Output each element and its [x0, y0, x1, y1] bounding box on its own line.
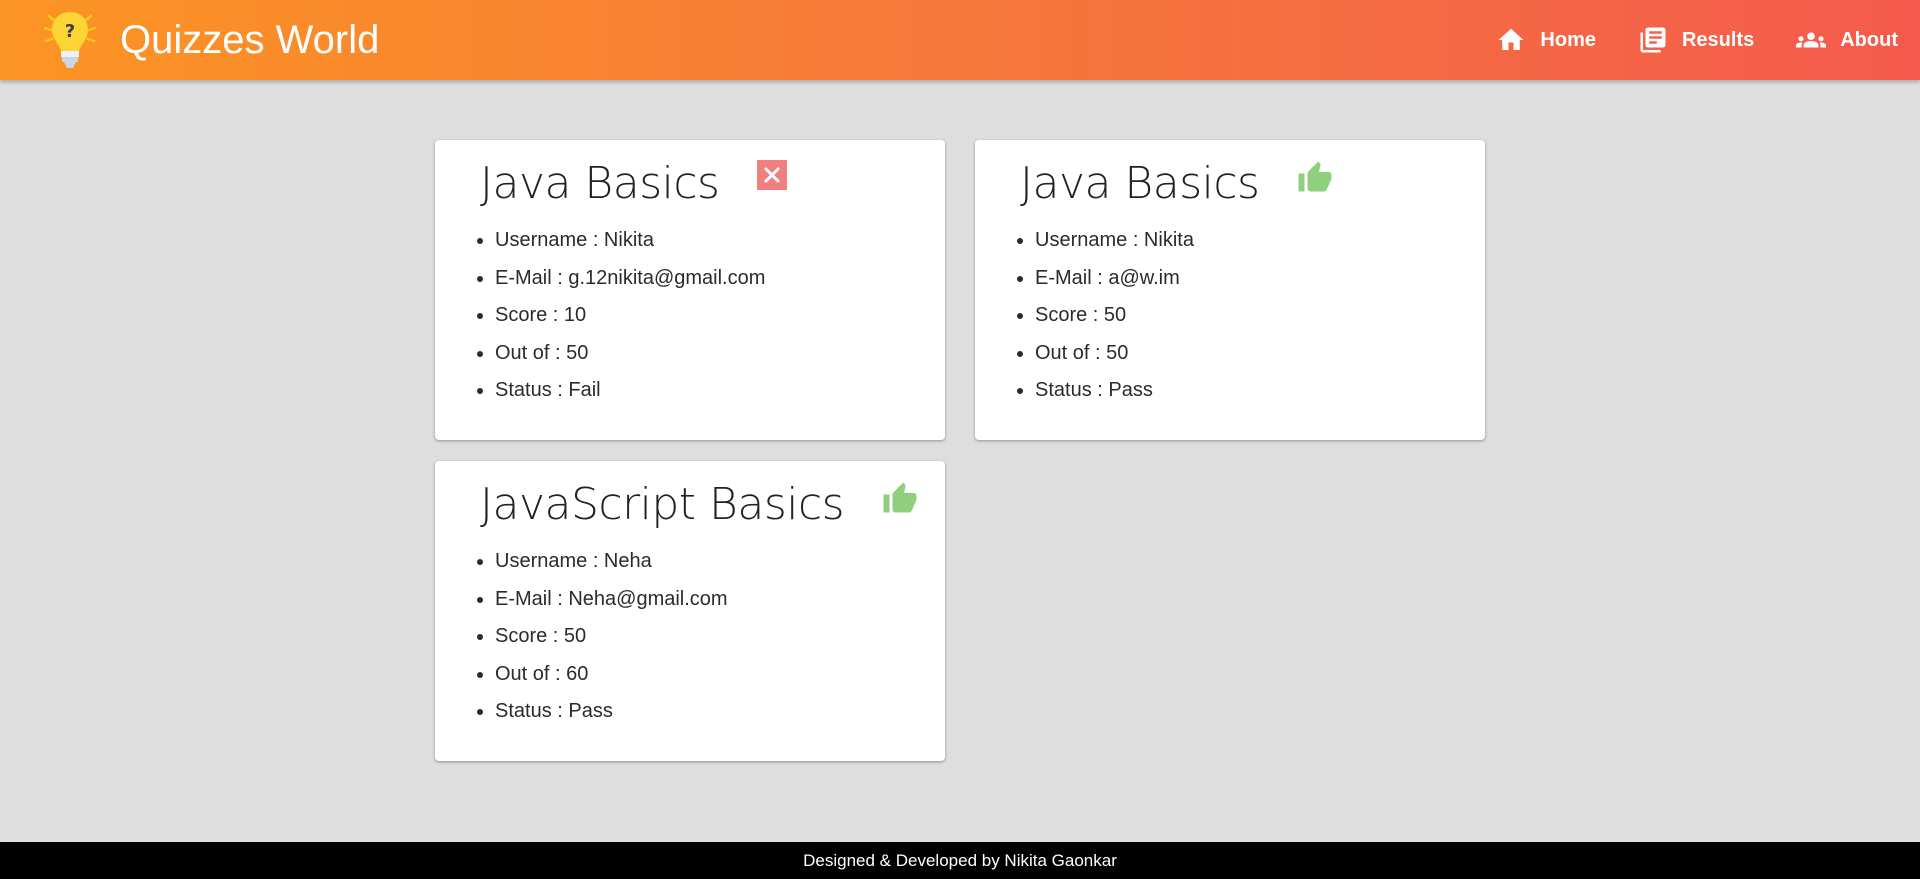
nav-home-label: Home	[1540, 28, 1596, 51]
card-header: Java Basics	[480, 158, 793, 209]
nav-results-label: Results	[1681, 28, 1755, 51]
detail-out-of: Out of : 50	[495, 335, 765, 373]
quiz-title: JavaScript Basics	[480, 479, 845, 530]
result-card: Java Basics Username : Nikita E-Mail : g…	[435, 140, 945, 440]
detail-status: Status : Fail	[495, 372, 765, 410]
newspaper-icon	[1640, 27, 1666, 53]
detail-status: Status : Pass	[1035, 372, 1194, 410]
detail-score: Score : 50	[1035, 297, 1194, 335]
footer-credit: Designed & Developed by Nikita Gaonkar	[803, 851, 1117, 870]
detail-score: Score : 50	[495, 618, 728, 656]
result-details: Username : Nikita E-Mail : g.12nikita@gm…	[495, 222, 765, 410]
result-details: Username : Neha E-Mail : Neha@gmail.com …	[495, 543, 728, 731]
footer: Designed & Developed by Nikita Gaonkar	[0, 842, 1920, 879]
result-card: Java Basics Username : Nikita E-Mail : a…	[975, 140, 1485, 440]
thumbs-up-icon	[883, 482, 917, 512]
detail-score: Score : 10	[495, 297, 765, 335]
detail-out-of: Out of : 60	[495, 656, 728, 694]
lightbulb-question-icon: ?	[43, 12, 97, 68]
nav-about[interactable]: About	[1796, 25, 1898, 55]
detail-email: E-Mail : g.12nikita@gmail.com	[495, 260, 765, 298]
close-icon	[757, 159, 793, 196]
nav-home[interactable]: Home	[1496, 25, 1596, 55]
nav-about-label: About	[1840, 28, 1898, 51]
result-details: Username : Nikita E-Mail : a@w.im Score …	[1035, 222, 1194, 410]
detail-status: Status : Pass	[495, 693, 728, 731]
detail-email: E-Mail : Neha@gmail.com	[495, 581, 728, 619]
top-nav: Home Results About	[1454, 0, 1898, 80]
detail-out-of: Out of : 50	[1035, 335, 1194, 373]
thumbs-up-icon	[1298, 161, 1332, 191]
brand[interactable]: ? Quizzes World	[40, 8, 379, 72]
detail-email: E-Mail : a@w.im	[1035, 260, 1194, 298]
app-title: Quizzes World	[120, 17, 380, 62]
card-header: Java Basics	[1020, 158, 1333, 209]
people-icon	[1796, 32, 1827, 48]
card-header: JavaScript Basics	[480, 479, 918, 530]
detail-username: Username : Nikita	[495, 222, 765, 260]
detail-username: Username : Neha	[495, 543, 728, 581]
svg-text:?: ?	[65, 21, 75, 42]
nav-results[interactable]: Results	[1638, 25, 1754, 55]
quiz-title: Java Basics	[480, 158, 720, 209]
app-bar: ? Quizzes World Home Results About	[0, 0, 1920, 80]
detail-username: Username : Nikita	[1035, 222, 1194, 260]
quiz-title: Java Basics	[1020, 158, 1260, 209]
result-card: JavaScript Basics Username : Neha E-Mail…	[435, 461, 945, 761]
home-icon	[1498, 28, 1524, 50]
